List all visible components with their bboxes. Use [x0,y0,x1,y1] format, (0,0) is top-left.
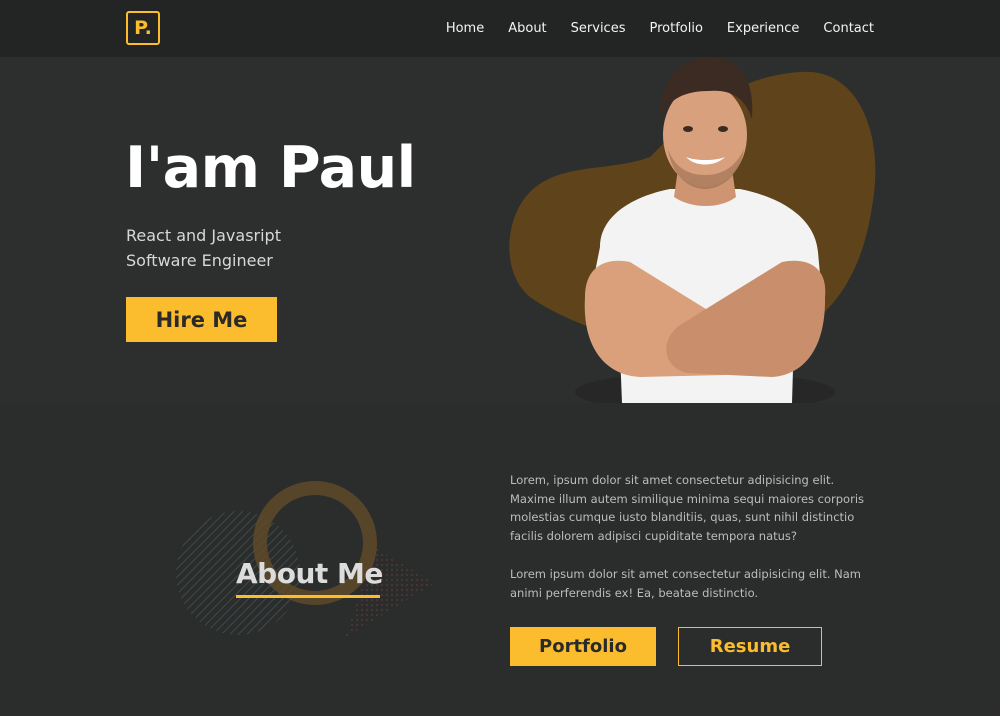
nav-link-services[interactable]: Services [571,21,626,36]
nav-link-about[interactable]: About [508,21,546,36]
portfolio-button[interactable]: Portfolio [510,627,656,666]
about-paragraph-1: Lorem, ipsum dolor sit amet consectetur … [510,473,865,543]
about-section: About Me Lorem, ipsum dolor sit amet con… [0,403,1000,716]
hero-subtitle: React and Javasript Software Engineer [126,223,281,273]
resume-button[interactable]: Resume [678,627,822,666]
hero-subtitle-line2: Software Engineer [126,251,273,270]
navbar: P. Home About Services Protfolio Experie… [0,0,1000,57]
nav-link-experience[interactable]: Experience [727,21,800,36]
profile-photo [575,57,835,403]
hire-me-button[interactable]: Hire Me [126,297,277,342]
about-title-underline [236,595,380,598]
hero-title: I'am Paul [125,135,416,201]
nav-link-home[interactable]: Home [446,21,484,36]
nav-links: Home About Services Protfolio Experience… [446,0,874,57]
nav-link-portfolio[interactable]: Protfolio [649,21,702,36]
logo[interactable]: P. [126,11,160,45]
hero-section: I'am Paul React and Javasript Software E… [0,57,1000,403]
about-paragraph-2: Lorem ipsum dolor sit amet consectetur a… [510,567,861,600]
nav-link-contact[interactable]: Contact [823,21,874,36]
about-title: About Me [236,557,383,590]
hero-subtitle-line1: React and Javasript [126,226,281,245]
